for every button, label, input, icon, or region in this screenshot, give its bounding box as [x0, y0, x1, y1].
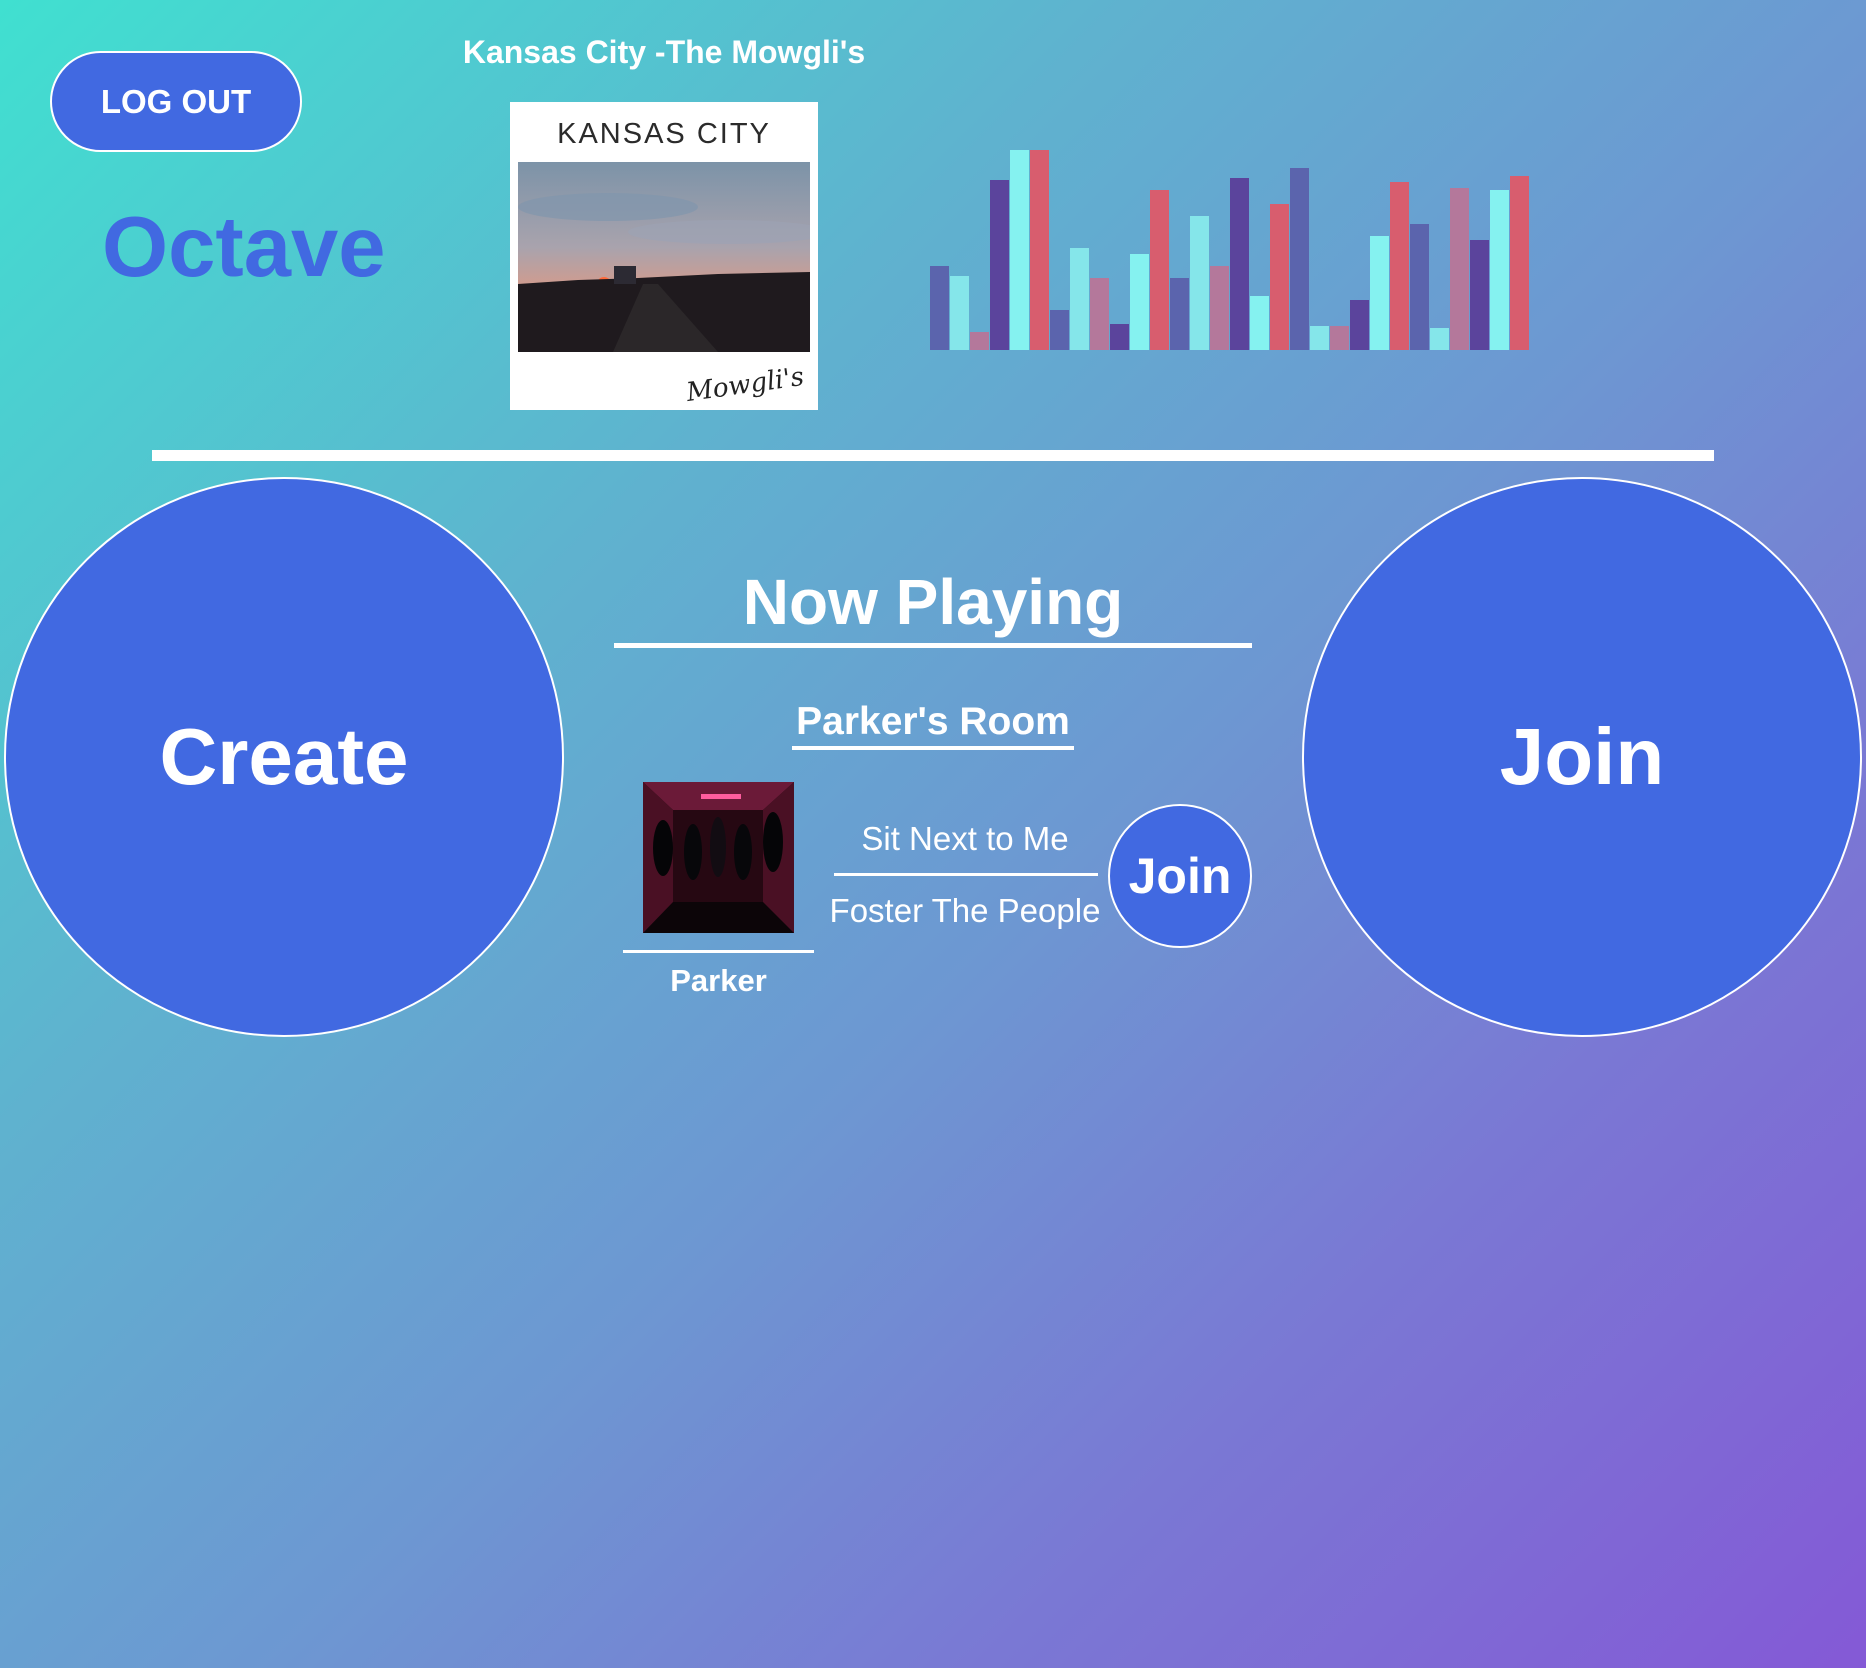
- visualizer-bar: [1210, 266, 1229, 350]
- logout-button[interactable]: LOG OUT: [50, 51, 302, 152]
- visualizer-bar: [1090, 278, 1109, 350]
- visualizer-bar: [1450, 188, 1469, 350]
- album-art-title: KANSAS CITY: [557, 118, 771, 150]
- current-track-title: Kansas City -The Mowgli's: [462, 34, 866, 70]
- visualizer-bar: [1150, 190, 1169, 350]
- visualizer-bar: [1030, 150, 1049, 350]
- create-room-button[interactable]: Create: [4, 477, 564, 1037]
- visualizer-bar: [930, 266, 949, 350]
- visualizer-bar: [1350, 300, 1369, 350]
- room-host-name: Parker: [670, 963, 767, 998]
- visualizer-bar: [1410, 224, 1429, 350]
- now-playing-underline: [614, 643, 1252, 648]
- visualizer-bar: [1190, 216, 1209, 350]
- visualizer-bar: [990, 180, 1009, 350]
- visualizer-bar: [1390, 182, 1409, 350]
- visualizer-bar: [1250, 296, 1269, 350]
- visualizer-bar: [1010, 150, 1029, 350]
- visualizer-bar: [1050, 310, 1069, 350]
- room-album-art: [643, 782, 794, 933]
- host-underline: [623, 950, 814, 953]
- visualizer-bar: [1430, 328, 1449, 350]
- visualizer-bar: [970, 332, 989, 350]
- song-divider: [834, 873, 1098, 876]
- join-room-button[interactable]: Join: [1302, 477, 1862, 1037]
- section-divider: [152, 450, 1714, 461]
- current-album-art: KANSAS CITY Mowgli's: [510, 102, 818, 410]
- visualizer-bar: [1370, 236, 1389, 350]
- visualizer-bar: [1130, 254, 1149, 350]
- visualizer-bar: [1270, 204, 1289, 350]
- room-song-title: Sit Next to Me: [861, 820, 1069, 857]
- visualizer-bar: [1470, 240, 1489, 350]
- album-art-photo: [518, 162, 810, 352]
- visualizer-bar: [1070, 248, 1089, 350]
- visualizer-bar: [1230, 178, 1249, 350]
- room-song-artist: Foster The People: [829, 892, 1101, 929]
- visualizer-bar: [1330, 326, 1349, 350]
- join-parkers-room-button[interactable]: Join: [1108, 804, 1252, 948]
- room-name-underline: [792, 746, 1074, 750]
- visualizer-bar: [1490, 190, 1509, 350]
- visualizer-bar: [1170, 278, 1189, 350]
- audio-visualizer: [930, 150, 1529, 350]
- visualizer-bar: [1110, 324, 1129, 350]
- app-logo: Octave: [102, 200, 386, 295]
- visualizer-bar: [1510, 176, 1529, 350]
- visualizer-bar: [1310, 326, 1329, 350]
- visualizer-bar: [1290, 168, 1309, 350]
- now-playing-heading: Now Playing: [742, 566, 1124, 638]
- visualizer-bar: [950, 276, 969, 350]
- album-art-signature: Mowgli's: [684, 361, 806, 409]
- room-name-link[interactable]: Parker's Room: [700, 700, 1166, 744]
